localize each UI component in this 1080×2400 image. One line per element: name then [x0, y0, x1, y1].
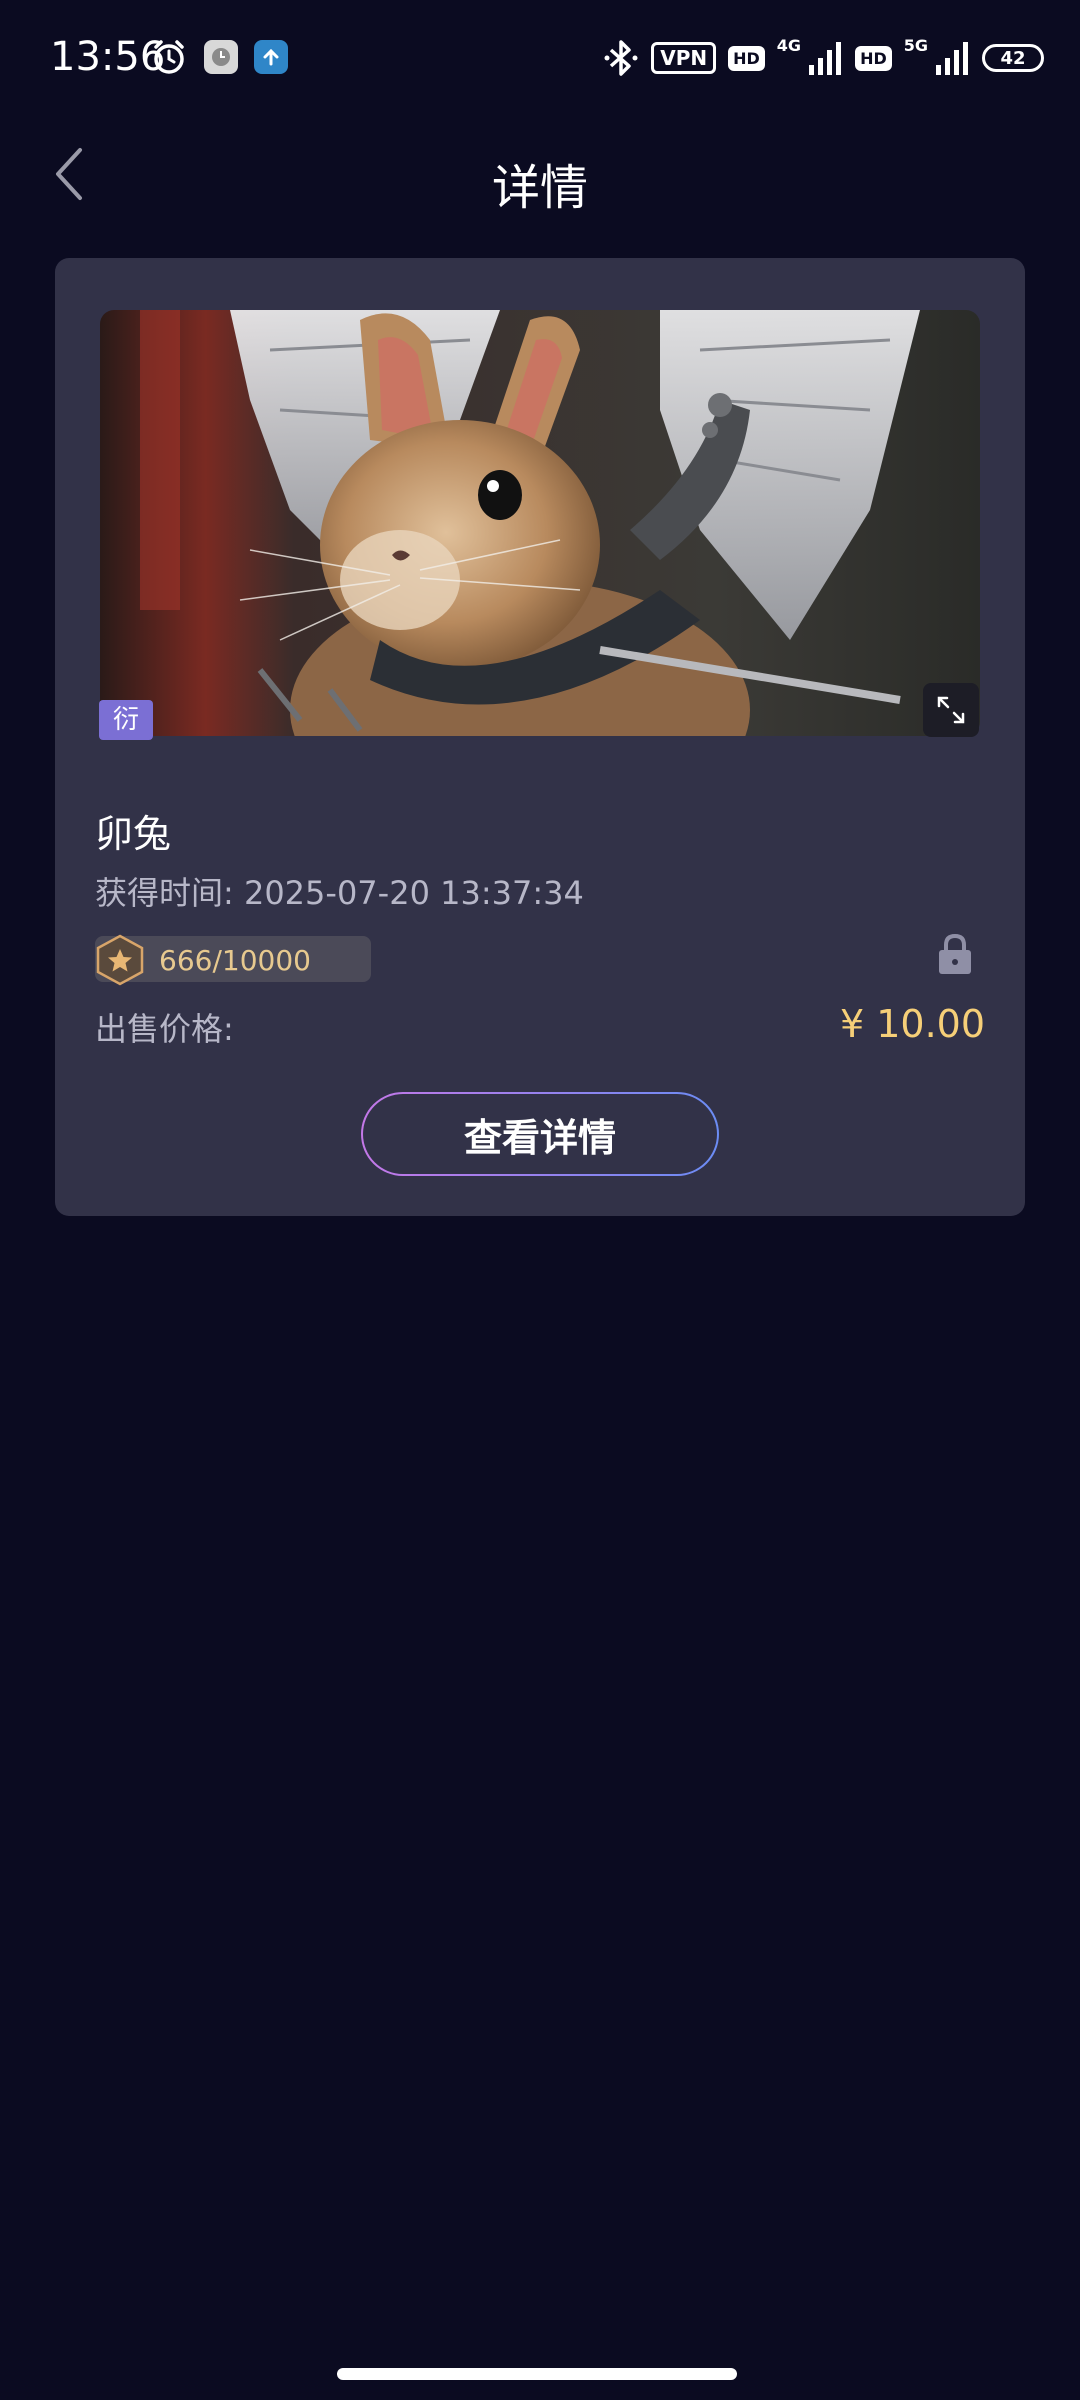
collectible-name: 卯兔 [95, 812, 172, 856]
status-time: 13:56 [50, 34, 166, 80]
price-value: ¥ 10.00 [839, 1002, 985, 1046]
status-bar: 13:56 VPN HD 4G HD 5G 42 [0, 0, 1080, 120]
alarm-icon [154, 40, 184, 74]
page-title: 详情 [491, 160, 588, 216]
lock-icon [939, 933, 971, 974]
view-details-label: 查看详情 [363, 1094, 717, 1174]
status-right-icons: VPN HD 4G HD 5G 42 [603, 38, 1044, 78]
network-type-1: 4G [776, 36, 802, 55]
signal-icon-1 [809, 42, 842, 75]
clock-app-icon [204, 40, 238, 74]
star-hexagon-icon [96, 934, 144, 986]
home-indicator[interactable] [337, 2368, 737, 2380]
upload-app-icon [254, 40, 288, 74]
collectible-card: 衍 卯兔 获得时间: 2025-07-20 13:37:34 666/10000… [55, 258, 1025, 1216]
hd-badge-2: HD [855, 45, 892, 71]
screen: 13:56 VPN HD 4G HD 5G 42 详情 衍 卯兔 获得时间: 2… [0, 0, 1080, 2400]
status-left-icons [150, 38, 288, 76]
network-type-2: 5G [903, 36, 928, 55]
vpn-badge: VPN [651, 42, 717, 74]
battery-indicator: 42 [982, 44, 1044, 72]
bluetooth-icon [604, 40, 638, 76]
serial-number: 666/10000 [159, 944, 311, 977]
expand-icon[interactable] [923, 683, 979, 737]
price-label: 出售价格: [95, 1010, 234, 1048]
hd-badge-1: HD [728, 45, 765, 71]
acquire-time: 获得时间: 2025-07-20 13:37:34 [95, 874, 584, 912]
derivative-tag: 衍 [99, 700, 153, 740]
signal-icon-2 [936, 42, 968, 75]
collectible-image[interactable] [100, 310, 980, 736]
view-details-button[interactable]: 查看详情 [361, 1092, 719, 1176]
